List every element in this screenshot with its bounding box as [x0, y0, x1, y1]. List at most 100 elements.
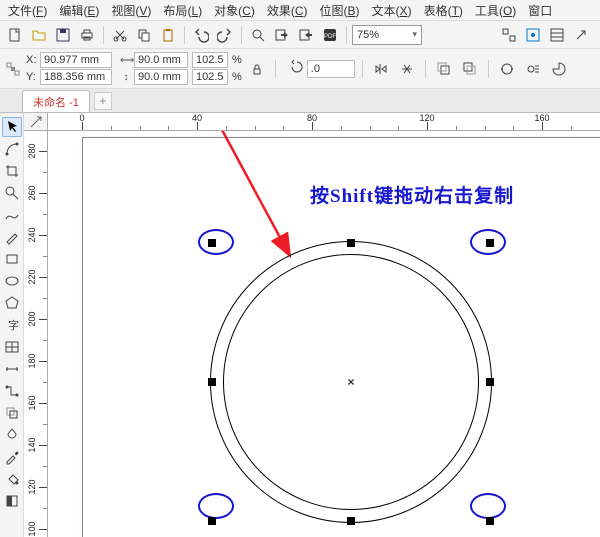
menu-object[interactable]: 对象(C)	[208, 0, 261, 21]
menu-window[interactable]: 窗口	[522, 0, 558, 21]
snap-button-1[interactable]	[498, 24, 520, 46]
sel-handle-t[interactable]	[347, 239, 355, 247]
standard-toolbar: PDF 75%	[0, 21, 600, 49]
open-button[interactable]	[28, 24, 50, 46]
size-group: ⟷90.0 mm ↕90.0 mm	[120, 52, 188, 85]
paste-button[interactable]	[157, 24, 179, 46]
height-field[interactable]: 90.0 mm	[134, 69, 188, 85]
mirror-h-button[interactable]	[370, 58, 392, 80]
ellipse-tool[interactable]	[2, 271, 22, 291]
eyedropper-tool[interactable]	[2, 447, 22, 467]
search-button[interactable]	[247, 24, 269, 46]
sel-center[interactable]: ×	[346, 377, 356, 387]
rotate-icon	[289, 59, 305, 78]
width-icon: ⟷	[120, 55, 132, 66]
ruler-origin[interactable]	[24, 113, 48, 131]
menu-effect[interactable]: 效果(C)	[261, 0, 314, 21]
zoom-level[interactable]: 75%	[352, 25, 422, 45]
sel-handle-bl[interactable]	[208, 517, 216, 525]
main-area: 字 04080120160 28026024022020018016014012…	[0, 113, 600, 537]
table-tool[interactable]	[2, 337, 22, 357]
fill-tool[interactable]	[2, 469, 22, 489]
annotation-text: 按Shift键拖动右击复制	[310, 181, 514, 208]
menu-table[interactable]: 表格(T)	[418, 0, 469, 21]
sel-handle-r[interactable]	[486, 378, 494, 386]
svg-text:字: 字	[8, 318, 19, 332]
scale-x-field[interactable]: 102.5	[192, 52, 228, 68]
to-back-button[interactable]	[459, 58, 481, 80]
scale-group: 102.5% 102.5%	[192, 52, 242, 85]
copy-button[interactable]	[133, 24, 155, 46]
redo-button[interactable]	[214, 24, 236, 46]
sel-handle-br[interactable]	[486, 517, 494, 525]
menu-bar: 文件(F) 编辑(E) 视图(V) 布局(L) 对象(C) 效果(C) 位图(B…	[0, 0, 600, 21]
menu-layout[interactable]: 布局(L)	[157, 0, 208, 21]
polygon-tool[interactable]	[2, 293, 22, 313]
pick-tool[interactable]	[2, 117, 22, 137]
vertical-ruler[interactable]: 280260240220200180160140120100	[24, 131, 48, 537]
small-ellipse-bl[interactable]	[198, 493, 234, 519]
small-ellipse-br[interactable]	[470, 493, 506, 519]
rotation-field[interactable]: .0	[307, 60, 355, 78]
sel-handle-b[interactable]	[347, 517, 355, 525]
canvas[interactable]: 按Shift键拖动右击复制 ×	[48, 131, 600, 537]
cut-button[interactable]	[109, 24, 131, 46]
sel-handle-tl[interactable]	[208, 239, 216, 247]
connector-tool[interactable]	[2, 381, 22, 401]
export-button[interactable]	[295, 24, 317, 46]
document-tab-bar: 未命名 -1 +	[0, 89, 600, 113]
menu-tools[interactable]: 工具(O)	[469, 0, 522, 21]
sel-handle-l[interactable]	[208, 378, 216, 386]
small-ellipse-tl[interactable]	[198, 229, 234, 255]
svg-text:PDF: PDF	[324, 34, 336, 40]
zoom-tool[interactable]	[2, 183, 22, 203]
height-icon: ↕	[120, 72, 132, 83]
mirror-v-button[interactable]	[396, 58, 418, 80]
publish-pdf-button[interactable]: PDF	[319, 24, 341, 46]
wrap-text-button[interactable]	[522, 58, 544, 80]
rectangle-tool[interactable]	[2, 249, 22, 269]
print-button[interactable]	[76, 24, 98, 46]
x-label: X:	[26, 54, 40, 66]
add-tab-button[interactable]: +	[94, 92, 112, 110]
rotation-group: .0	[289, 59, 355, 78]
save-button[interactable]	[52, 24, 74, 46]
pie-button[interactable]	[548, 58, 570, 80]
canvas-wrapper: 04080120160 2802602402202001801601401201…	[24, 113, 600, 537]
property-bar: X:90.977 mm Y:188.356 mm ⟷90.0 mm ↕90.0 …	[0, 49, 600, 89]
to-front-button[interactable]	[433, 58, 455, 80]
toolbox: 字	[0, 113, 24, 537]
dimension-tool[interactable]	[2, 359, 22, 379]
sel-handle-tr[interactable]	[486, 239, 494, 247]
y-position-field[interactable]: 188.356 mm	[40, 69, 112, 85]
document-tab[interactable]: 未命名 -1	[22, 90, 90, 112]
x-position-field[interactable]: 90.977 mm	[40, 52, 112, 68]
y-label: Y:	[26, 71, 40, 83]
menu-file[interactable]: 文件(F)	[2, 0, 53, 21]
position-group: X:90.977 mm Y:188.356 mm	[26, 52, 112, 85]
launch-button[interactable]	[570, 24, 592, 46]
options-button[interactable]	[546, 24, 568, 46]
menu-edit[interactable]: 编辑(E)	[53, 0, 105, 21]
lock-ratio-button[interactable]	[246, 58, 268, 80]
crop-tool[interactable]	[2, 161, 22, 181]
width-field[interactable]: 90.0 mm	[134, 52, 188, 68]
text-tool[interactable]: 字	[2, 315, 22, 335]
scale-y-field[interactable]: 102.5	[192, 69, 228, 85]
menu-text[interactable]: 文本(X)	[366, 0, 418, 21]
pct-label: %	[232, 71, 242, 83]
snap-button-2[interactable]	[522, 24, 544, 46]
horizontal-ruler[interactable]: 04080120160	[48, 113, 600, 131]
convert-curves-button[interactable]	[496, 58, 518, 80]
interactive-fill-tool[interactable]	[2, 491, 22, 511]
effects-tool[interactable]	[2, 403, 22, 423]
freehand-tool[interactable]	[2, 205, 22, 225]
artistic-media-tool[interactable]	[2, 227, 22, 247]
new-button[interactable]	[4, 24, 26, 46]
menu-bitmap[interactable]: 位图(B)	[314, 0, 366, 21]
menu-view[interactable]: 视图(V)	[105, 0, 157, 21]
shape-tool[interactable]	[2, 139, 22, 159]
undo-button[interactable]	[190, 24, 212, 46]
import-button[interactable]	[271, 24, 293, 46]
transparency-tool[interactable]	[2, 425, 22, 445]
